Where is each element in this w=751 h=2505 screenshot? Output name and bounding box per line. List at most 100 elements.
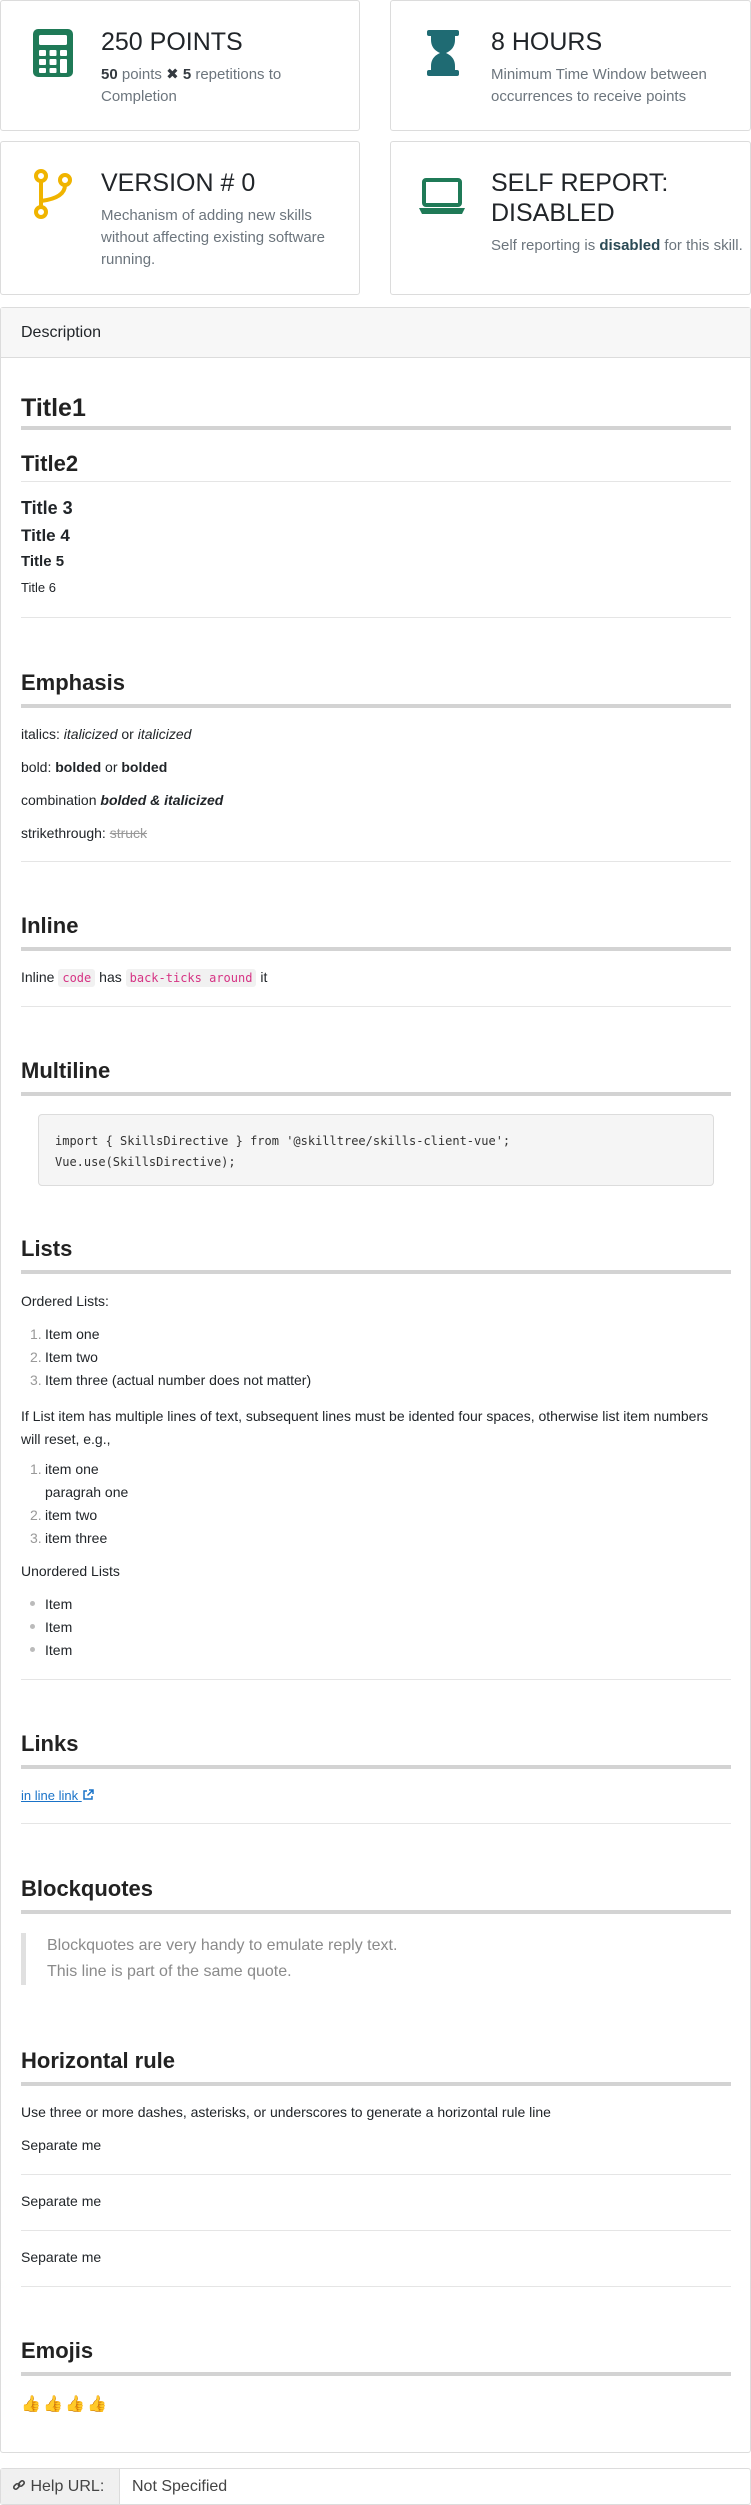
emphasis-combination: combination bolded & italicized [21, 792, 223, 808]
code-line: Vue.use(SkillsDirective); [55, 1155, 236, 1169]
list-item: Item [45, 1642, 73, 1658]
section-divider [21, 1006, 731, 1007]
blockquote: Blockquotes are very handy to emulate re… [21, 1933, 721, 1985]
heading-title2: Title2 [21, 451, 79, 476]
section-divider [21, 861, 731, 862]
list-bullet [30, 1647, 35, 1652]
unordered-lists-label: Unordered Lists [21, 1563, 120, 1579]
heading-rule [21, 481, 731, 482]
heading-rule [21, 1092, 731, 1096]
bold-text: bolded [55, 759, 102, 775]
section-divider [21, 1679, 731, 1680]
inline-text: Inline [21, 969, 55, 985]
list-item: item three [45, 1530, 108, 1546]
heading-horizontal-rule: Horizontal rule [21, 2048, 176, 2073]
emphasis-strikethrough: strikethrough: struck [21, 825, 147, 841]
strikethrough-label: strikethrough: [21, 825, 106, 841]
points-per-occurrence: 50 [101, 66, 118, 83]
list-item: item two [45, 1507, 98, 1523]
times-icon: ✖ [166, 66, 179, 83]
list-item: item one [45, 1461, 99, 1477]
thumbs-up-icon: 👍 [21, 2396, 41, 2413]
version-subtitle: Mechanism of adding new skills without a… [101, 207, 326, 268]
points-title: 250 POINTS [101, 28, 243, 56]
bold-text: bolded [121, 759, 168, 775]
ordered-lists-label: Ordered Lists: [21, 1293, 109, 1309]
heading-rule [21, 947, 731, 951]
help-url-value: Not Specified [132, 2478, 228, 2495]
inline-code-paragraph: Inline code has back-ticks around it [21, 969, 267, 987]
inline-code: code [58, 969, 96, 987]
bold-italic-text: bolded & italicized [100, 792, 224, 808]
heading-title4: Title 4 [21, 526, 70, 545]
hourglass-icon [427, 30, 459, 76]
list-number: 2. [30, 1507, 42, 1523]
separate-me-text: Separate me [21, 2249, 102, 2265]
heading-title6: Title 6 [21, 580, 56, 595]
list-item: Item [45, 1596, 73, 1612]
points-subtitle: 50 points ✖ 5 repetitions to Completion [101, 64, 361, 108]
time-window-title: 8 HOURS [491, 28, 603, 56]
separate-me-text: Separate me [21, 2137, 102, 2153]
horizontal-rule [21, 2174, 731, 2175]
separate-me-text: Separate me [21, 2193, 102, 2209]
bold-label: bold: [21, 759, 52, 775]
list-item-paragraph: paragrah one [45, 1484, 129, 1500]
list-number: 2. [30, 1349, 42, 1365]
self-report-subtitle: Self reporting is disabled for this skil… [491, 235, 751, 257]
self-report-title: SELF REPORT: DISABLED [491, 169, 669, 227]
list-item: Item three (actual number does not matte… [45, 1372, 312, 1388]
heading-emphasis: Emphasis [21, 670, 125, 695]
code-branch-icon [34, 169, 72, 219]
skill-overview-cards: 250 POINTS 50 points ✖ 5 repetitions to … [0, 0, 751, 295]
description-header: Description [1, 308, 750, 358]
heading-emojis: Emojis [21, 2338, 94, 2363]
help-url-bar: Help URL: Not Specified [0, 2468, 751, 2505]
italics-label: italics: [21, 726, 60, 742]
heading-inline: Inline [21, 913, 79, 938]
thumbs-up-icon: 👍 [43, 2396, 63, 2413]
heading-rule [21, 704, 731, 708]
struck-text: struck [109, 825, 148, 841]
link-icon [12, 2479, 26, 2491]
inline-code: back-ticks around [125, 969, 257, 987]
emphasis-bold: bold: bolded or bolded [21, 759, 167, 775]
self-report-status: disabled [599, 237, 661, 254]
or-text: or [121, 726, 134, 742]
or-text: or [105, 759, 118, 775]
calculator-icon [33, 29, 73, 77]
hr-instructions: Use three or more dashes, asterisks, or … [21, 2104, 551, 2120]
link-text[interactable]: in line link [21, 1788, 78, 1803]
section-divider [21, 617, 731, 618]
heading-links: Links [21, 1731, 79, 1756]
in-line-link[interactable]: in line link [21, 1788, 94, 1803]
heading-multiline: Multiline [21, 1058, 111, 1083]
list-indent-note: If List item has multiple lines of text,… [21, 1408, 709, 1447]
version-card: VERSION # 0 Mechanism of adding new skil… [0, 141, 360, 295]
section-divider [21, 1823, 731, 1824]
code-block: import { SkillsDirective } from '@skillt… [38, 1114, 714, 1186]
thumbs-up-icon: 👍 [87, 2396, 107, 2413]
list-item: Item one [45, 1326, 100, 1342]
repetitions-count: 5 [182, 66, 192, 83]
blockquote-line: Blockquotes are very handy to emulate re… [47, 1937, 398, 1954]
italics-text: italicized [63, 726, 118, 742]
help-url-label: Help URL: [1, 2469, 120, 2504]
emphasis-italics: italics: italicized or italicized [21, 726, 191, 742]
heading-rule [21, 2372, 731, 2376]
help-url-label-text: Help URL: [30, 2478, 105, 2495]
heading-lists: Lists [21, 1236, 73, 1261]
list-item: Item [45, 1619, 73, 1635]
list-bullet [30, 1601, 35, 1606]
heading-rule [21, 1910, 731, 1914]
points-word: points [121, 66, 162, 83]
heading-blockquotes: Blockquotes [21, 1876, 154, 1901]
heading-title5: Title 5 [21, 553, 65, 570]
heading-title1: Title1 [21, 394, 86, 422]
list-number: 1. [30, 1461, 42, 1477]
combination-label: combination [21, 792, 97, 808]
heading-rule [21, 426, 731, 430]
heading-rule [21, 1765, 731, 1769]
list-number: 1. [30, 1326, 42, 1342]
thumbs-up-icon: 👍 [65, 2396, 85, 2413]
